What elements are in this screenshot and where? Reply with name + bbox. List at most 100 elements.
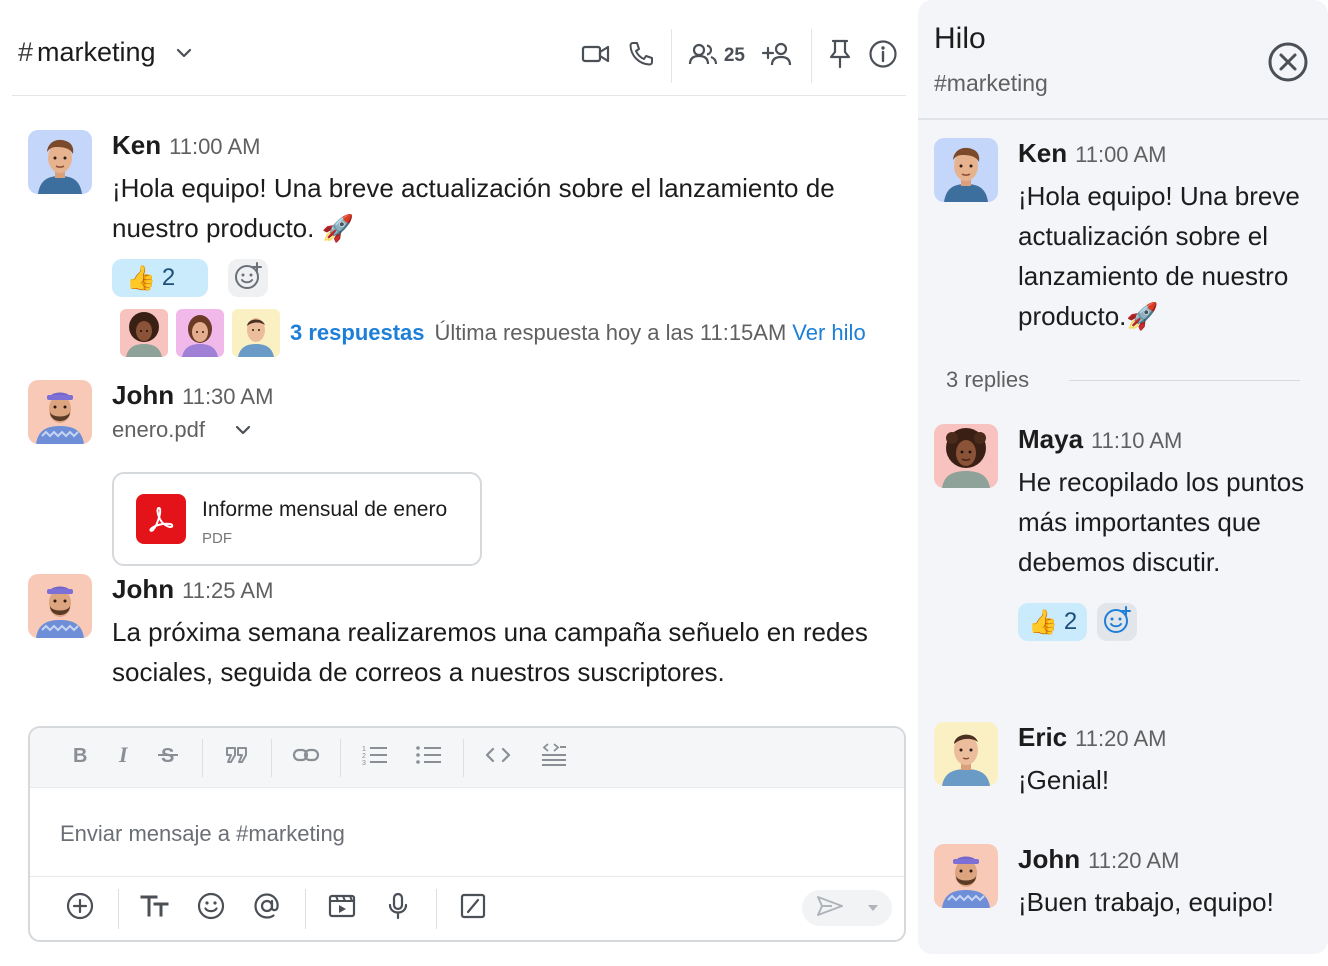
avatar-maya[interactable] <box>934 424 998 488</box>
message-body: John 11:25 AM La próxima semana realizar… <box>112 574 908 692</box>
mention-icon <box>252 891 282 926</box>
pdf-file-icon <box>136 494 186 544</box>
thumbs-up-emoji: 👍 <box>1028 608 1058 636</box>
reaction-thumbs-up[interactable]: 👍 2 <box>112 259 208 297</box>
avatar-ken[interactable] <box>28 130 92 194</box>
audio-call-button[interactable] <box>619 36 663 76</box>
toolbar-divider <box>436 888 437 929</box>
message-author[interactable]: John <box>112 380 174 411</box>
message-composer: B I S 123 <box>28 726 906 942</box>
send-icon <box>816 894 844 923</box>
video-clip-button[interactable] <box>320 887 364 931</box>
italic-button[interactable]: I <box>102 738 146 778</box>
channel-info-button[interactable] <box>860 36 906 76</box>
message-time: 11:00 AM <box>169 134 261 159</box>
bold-button[interactable]: B <box>58 738 102 778</box>
file-attachment-card[interactable]: Informe mensual de enero PDF <box>112 472 482 566</box>
avatar-john[interactable] <box>28 574 92 638</box>
view-thread-link[interactable]: Ver hilo <box>792 320 865 346</box>
slash-command-icon <box>459 892 487 925</box>
message-body: John 11:30 AM enero.pdf Informe mensual … <box>112 380 908 566</box>
code-block-button[interactable] <box>532 738 576 778</box>
message-time: 11:20 AM <box>1088 848 1180 873</box>
video-clip-icon <box>327 892 357 925</box>
quote-button[interactable] <box>215 738 259 778</box>
message-text: ¡Buen trabajo, equipo! <box>1018 887 1274 917</box>
pinned-button[interactable] <box>820 36 860 76</box>
message-time: 11:25 AM <box>182 578 274 603</box>
reaction-thumbs-up[interactable]: 👍 2 <box>1018 603 1088 641</box>
add-reaction-button[interactable] <box>1097 603 1138 641</box>
svg-text:B: B <box>73 745 87 766</box>
message-author[interactable]: Maya <box>1018 424 1083 455</box>
member-count: 25 <box>723 45 745 66</box>
members-button[interactable]: 25 <box>680 36 753 76</box>
close-thread-button[interactable] <box>1266 40 1310 84</box>
message-author[interactable]: John <box>1018 844 1080 875</box>
message-author[interactable]: Eric <box>1018 722 1067 753</box>
quote-icon <box>224 745 250 771</box>
attach-button[interactable] <box>58 887 102 931</box>
file-name: enero.pdf <box>112 417 205 442</box>
message-author[interactable]: Ken <box>1018 138 1067 169</box>
slash-command-button[interactable] <box>451 887 495 931</box>
add-member-button[interactable] <box>753 36 803 76</box>
replies-divider: 3 replies <box>946 364 1300 396</box>
thread-summary: 3 respuestas Última respuesta hoy a las … <box>112 308 908 358</box>
channel-header: # marketing 25 <box>12 12 906 96</box>
video-camera-icon <box>581 43 611 70</box>
toolbar-divider <box>463 738 464 777</box>
send-button[interactable] <box>802 890 858 926</box>
avatar-eric[interactable] <box>934 722 998 786</box>
toolbar-divider <box>340 738 341 777</box>
link-button[interactable] <box>284 738 328 778</box>
code-block-icon <box>540 742 568 774</box>
avatar-ken[interactable] <box>934 138 998 202</box>
thread-channel: #marketing <box>934 70 1048 96</box>
svg-text:3: 3 <box>362 760 366 767</box>
header-actions: 25 <box>573 29 906 83</box>
text-format-button[interactable] <box>133 887 177 931</box>
message-time: 11:00 AM <box>1075 142 1167 167</box>
plus-circle-icon <box>65 891 95 926</box>
emoji-button[interactable] <box>189 887 233 931</box>
avatar-john[interactable] <box>934 844 998 908</box>
replies-count: 3 replies <box>946 367 1030 392</box>
channel-name-dropdown[interactable]: # marketing <box>18 37 194 68</box>
svg-text:2: 2 <box>362 753 366 760</box>
avatar-replier <box>176 309 224 357</box>
message-body: Ken 11:00 AM ¡Hola equipo! Una breve act… <box>1018 138 1314 336</box>
italic-icon: I <box>114 742 134 772</box>
channel-name: marketing <box>37 37 156 67</box>
members-icon <box>688 42 718 71</box>
info-icon <box>868 39 898 74</box>
phone-icon <box>627 40 655 73</box>
message-time: 11:10 AM <box>1091 428 1183 453</box>
message-author[interactable]: Ken <box>112 130 161 161</box>
header-divider <box>811 29 812 83</box>
message-text: ¡Genial! <box>1018 765 1110 795</box>
code-button[interactable] <box>476 738 520 778</box>
ordered-list-button[interactable]: 123 <box>353 738 397 778</box>
send-options-button[interactable] <box>858 890 888 926</box>
strikethrough-button[interactable]: S <box>146 738 190 778</box>
video-call-button[interactable] <box>573 36 619 76</box>
bold-icon: B <box>70 744 90 772</box>
avatar-eric <box>232 309 280 357</box>
avatar-john[interactable] <box>28 380 92 444</box>
channel-hash: # <box>18 37 34 67</box>
message-input[interactable] <box>30 789 904 879</box>
microphone-button[interactable] <box>376 887 420 931</box>
ordered-list-icon: 123 <box>361 743 389 773</box>
file-title: Informe mensual de enero <box>202 498 448 521</box>
message-author[interactable]: John <box>112 574 174 605</box>
bullet-list-button[interactable] <box>407 738 451 778</box>
chevron-down-icon[interactable] <box>233 420 253 440</box>
mention-button[interactable] <box>245 887 289 931</box>
toolbar-divider <box>305 888 306 929</box>
reaction-count: 2 <box>1063 608 1078 635</box>
thread-replies-link[interactable]: 3 respuestas <box>290 320 425 346</box>
send-controls <box>802 890 892 926</box>
add-user-icon <box>761 41 795 72</box>
add-reaction-button[interactable] <box>228 259 268 297</box>
